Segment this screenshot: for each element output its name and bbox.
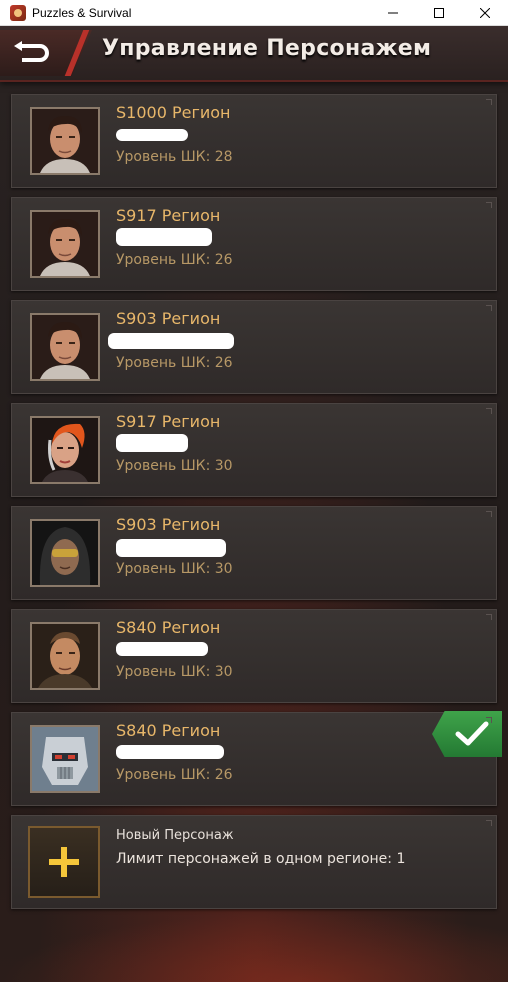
new-character-title: Новый Персонаж bbox=[116, 828, 234, 843]
close-button[interactable] bbox=[462, 0, 508, 26]
level-label: Уровень ШК: 30 bbox=[116, 561, 233, 577]
level-label: Уровень ШК: 28 bbox=[116, 149, 233, 165]
redacted-name bbox=[116, 228, 212, 246]
server-label: S903 Регион bbox=[116, 515, 221, 534]
avatar bbox=[30, 416, 100, 484]
add-character-button[interactable] bbox=[28, 826, 100, 898]
avatar bbox=[30, 313, 100, 381]
redacted-name bbox=[116, 539, 226, 557]
character-card[interactable]: S1000 Регион Уровень ШК: 28 bbox=[11, 94, 497, 188]
character-card[interactable]: S840 Регион Уровень ШК: 30 bbox=[11, 609, 497, 703]
minimize-button[interactable] bbox=[370, 0, 416, 26]
level-label: Уровень ШК: 26 bbox=[116, 355, 233, 371]
level-label: Уровень ШК: 26 bbox=[116, 252, 233, 268]
redacted-name bbox=[116, 129, 188, 141]
robot-portrait-icon bbox=[32, 727, 98, 791]
server-label: S840 Регион bbox=[116, 721, 221, 740]
back-button[interactable] bbox=[0, 30, 92, 76]
close-icon bbox=[480, 8, 490, 18]
server-label: S917 Регион bbox=[116, 206, 221, 225]
redacted-name bbox=[116, 745, 224, 759]
maximize-button[interactable] bbox=[416, 0, 462, 26]
character-card[interactable]: S917 Регион Уровень ШК: 26 bbox=[11, 197, 497, 291]
hooded-man-icon bbox=[32, 521, 98, 585]
server-label: S840 Регион bbox=[116, 618, 221, 637]
avatar bbox=[30, 725, 100, 793]
redacted-name bbox=[116, 642, 208, 656]
avatar bbox=[30, 519, 100, 587]
character-card[interactable]: S903 Регион Уровень ШК: 30 bbox=[11, 506, 497, 600]
server-label: S1000 Регион bbox=[116, 103, 231, 122]
new-character-card[interactable]: Новый Персонаж Лимит персонажей в одном … bbox=[11, 815, 497, 909]
level-label: Уровень ШК: 30 bbox=[116, 458, 233, 474]
page-header: Управление Персонажем bbox=[0, 26, 508, 82]
man-portrait-icon bbox=[32, 212, 98, 276]
man-portrait-icon bbox=[32, 109, 98, 173]
man-portrait-icon bbox=[32, 624, 98, 688]
man-portrait-icon bbox=[32, 315, 98, 379]
game-viewport: Управление Персонажем S1000 Регион Урове… bbox=[0, 26, 508, 982]
avatar bbox=[30, 107, 100, 175]
window-title: Puzzles & Survival bbox=[32, 5, 132, 20]
avatar bbox=[30, 622, 100, 690]
character-card-active[interactable]: S840 Регион Уровень ШК: 26 bbox=[11, 711, 502, 806]
character-limit-text: Лимит персонажей в одном регионе: 1 bbox=[116, 851, 406, 867]
server-label: S917 Регион bbox=[116, 412, 221, 431]
checkmark-icon bbox=[455, 721, 489, 746]
app-icon bbox=[10, 4, 26, 21]
character-card[interactable]: S903 Регион Уровень ШК: 26 bbox=[11, 300, 497, 394]
minimize-icon bbox=[388, 12, 398, 14]
redacted-name bbox=[116, 434, 188, 452]
plus-icon bbox=[49, 847, 79, 877]
maximize-icon bbox=[434, 8, 444, 18]
server-label: S903 Регион bbox=[116, 309, 221, 328]
window-titlebar: Puzzles & Survival bbox=[0, 0, 508, 26]
woman-portrait-icon bbox=[32, 418, 98, 482]
active-character-badge bbox=[432, 711, 502, 757]
level-label: Уровень ШК: 26 bbox=[116, 767, 233, 783]
character-card[interactable]: S917 Регион Уровень ШК: 30 bbox=[11, 403, 497, 497]
back-arrow-icon bbox=[14, 41, 49, 62]
avatar bbox=[30, 210, 100, 278]
page-title: Управление Персонажем bbox=[102, 36, 432, 61]
level-label: Уровень ШК: 30 bbox=[116, 664, 233, 680]
redacted-name bbox=[108, 333, 234, 349]
window-controls bbox=[370, 0, 508, 26]
background-ground bbox=[0, 912, 508, 982]
